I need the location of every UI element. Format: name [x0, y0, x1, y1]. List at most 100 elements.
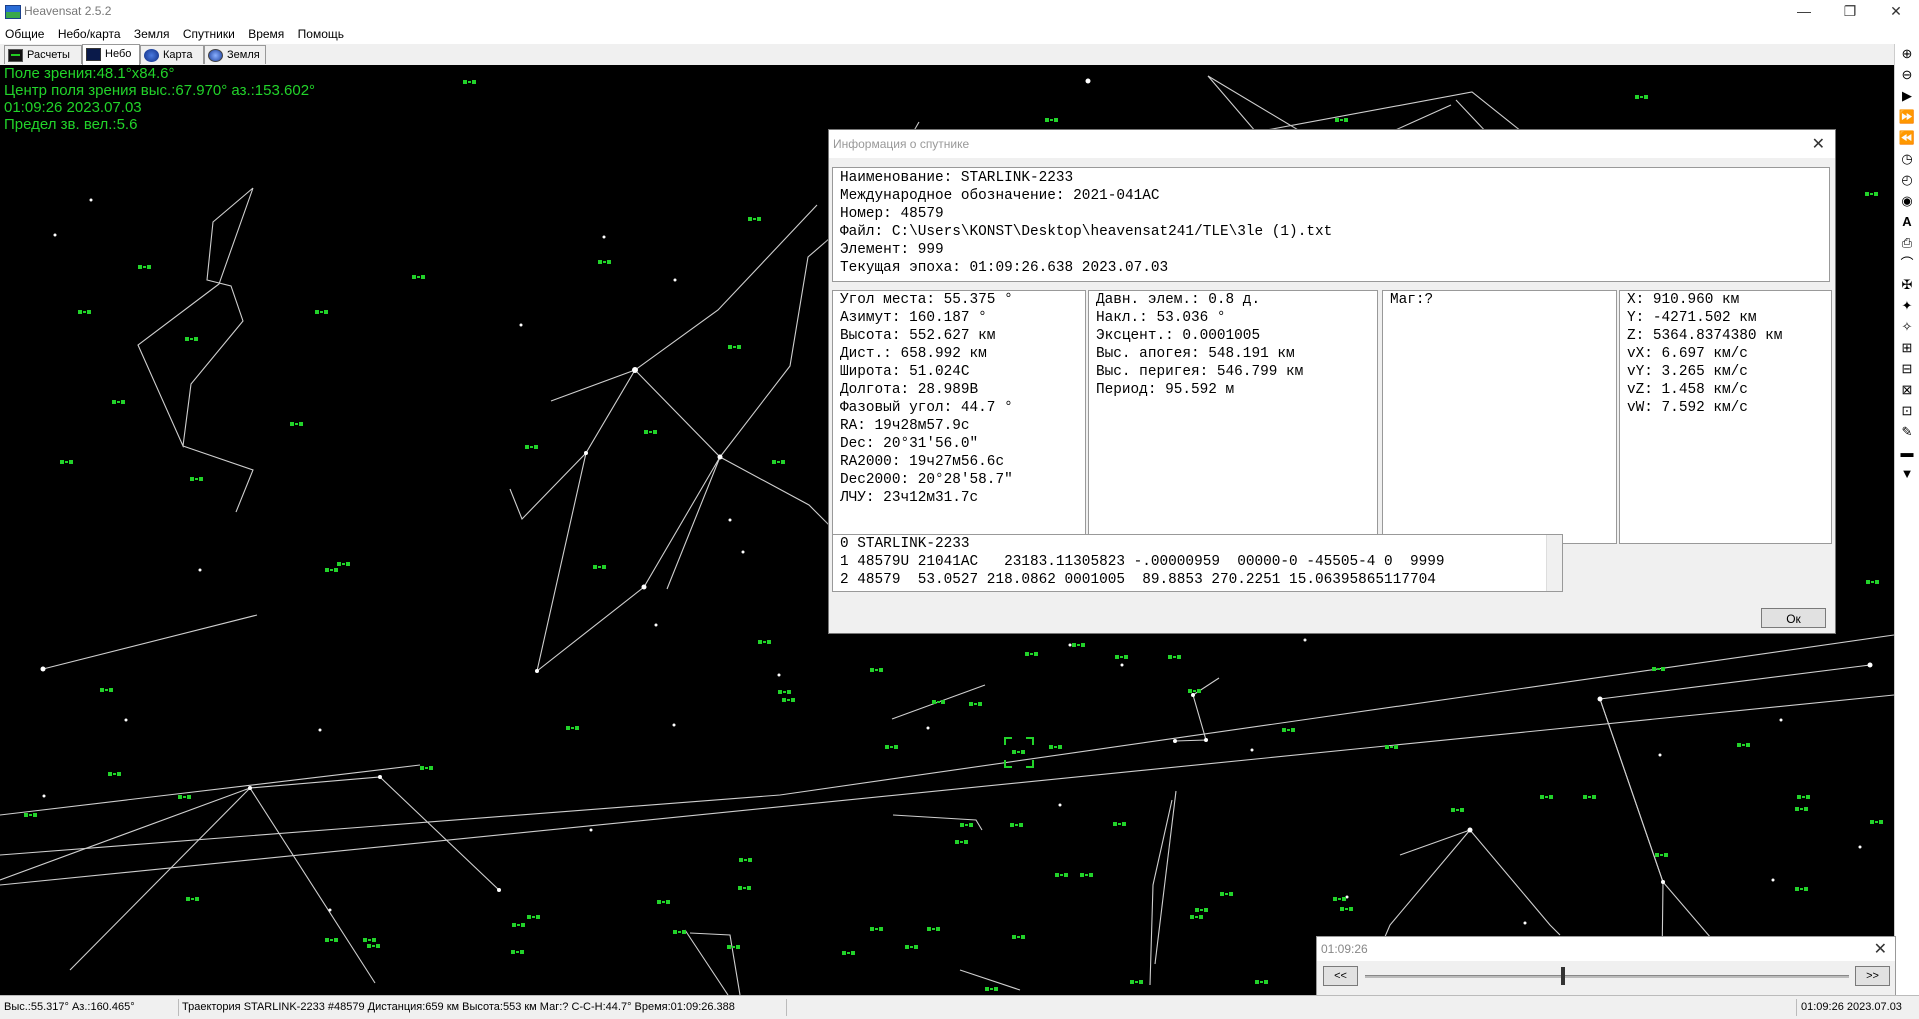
telescope-icon[interactable]: ▼ [1898, 465, 1916, 483]
satellite-info-dialog: Информация о спутнике ✕ Наименование: ST… [828, 129, 1836, 634]
tab-sky[interactable]: Небо [82, 44, 140, 65]
fast-forward-icon[interactable]: ⏩ [1898, 108, 1916, 126]
rewind-icon[interactable]: ⏪ [1898, 129, 1916, 147]
sky-icon [86, 48, 101, 61]
sat-number: Номер: 48579 [840, 206, 944, 222]
satellite-icon[interactable]: ✠ [1898, 276, 1916, 294]
time-slider-thumb[interactable] [1561, 967, 1566, 985]
time-back-button[interactable]: << [1323, 966, 1358, 986]
satellite2-icon[interactable]: ✦ [1898, 297, 1916, 315]
satellite3-icon[interactable]: ✧ [1898, 318, 1916, 336]
view-center-text: Центр поля зрения выс.:67.970° аз.:153.6… [4, 82, 316, 99]
vz-value: vZ: 1.458 км/с [1627, 382, 1748, 398]
restore-button[interactable]: ❐ [1827, 0, 1873, 24]
sat-name: Наименование: STARLINK-2233 [840, 170, 1074, 186]
tle-line-1: 1 48579U 21041AC 23183.11305823 -.000009… [840, 554, 1445, 570]
orbit-panel: Давн. элем.: 0.8 д. Накл.: 53.036 ° Эксц… [1088, 290, 1378, 544]
window-title: Heavensat 2.5.2 [24, 4, 112, 18]
menu-help[interactable]: Помощь [293, 24, 349, 44]
horizon-icon[interactable]: ⌒ [1898, 255, 1916, 273]
satellite4-icon[interactable]: ⊞ [1898, 339, 1916, 357]
status-trajectory: Траектория STARLINK-2233 #48579 Дистанци… [178, 999, 787, 1016]
right-toolbar: ⊕ ⊖ ▶ ⏩ ⏪ ◷ ◴ ◉ A ⎙ ⌒ ✠ ✦ ✧ ⊞ ⊟ ⊠ ⊡ ✎ ▬ … [1894, 44, 1919, 995]
element-age-value: Давн. элем.: 0.8 д. [1096, 292, 1261, 308]
apogee-value: Выс. апогея: 548.191 км [1096, 346, 1295, 362]
sky-info-overlay: Поле зрения:48.1°x84.6° Центр поля зрени… [4, 65, 315, 133]
print-icon[interactable]: ⎙ [1898, 234, 1916, 252]
dec-value: Dec: 20°31'56.0" [840, 436, 979, 452]
field-of-view-text: Поле зрения:48.1°x84.6° [4, 65, 175, 82]
satellite7-icon[interactable]: ⊡ [1898, 402, 1916, 420]
distance-value: Дист.: 658.992 км [840, 346, 987, 362]
sky-datetime-text: 01:09:26 2023.07.03 [4, 99, 142, 116]
sat-tle-file: Файл: C:\Users\KONST\Desktop\heavensat24… [840, 224, 1333, 240]
perigee-value: Выс. перигея: 546.799 км [1096, 364, 1304, 380]
state-vector-panel: X: 910.960 км Y: -4271.502 км Z: 5364.83… [1619, 290, 1832, 544]
ok-button[interactable]: Ок [1761, 608, 1826, 628]
menu-general[interactable]: Общие [0, 24, 49, 44]
tle-scrollbar[interactable] [1546, 535, 1562, 591]
magnitude-panel: Маг:? [1382, 290, 1617, 544]
time-control-dialog: 01:09:26 ✕ << >> [1316, 936, 1896, 1001]
zoom-out-icon[interactable]: ⊖ [1898, 66, 1916, 84]
altitude-value: Высота: 552.627 км [840, 328, 996, 344]
vx-value: vX: 6.697 км/с [1627, 346, 1748, 362]
y-value: Y: -4271.502 км [1627, 310, 1757, 326]
x-value: X: 910.960 км [1627, 292, 1740, 308]
satellite-header-panel: Наименование: STARLINK-2233 Международно… [832, 167, 1830, 282]
time-dialog-title: 01:09:26 [1321, 942, 1368, 956]
menu-satellites[interactable]: Спутники [178, 24, 240, 44]
app-icon [5, 5, 21, 19]
time-dialog-close-button[interactable]: ✕ [1874, 939, 1887, 959]
play-icon[interactable]: ▶ [1898, 87, 1916, 105]
dialog-close-button[interactable]: ✕ [1812, 134, 1825, 154]
menu-sky-map[interactable]: Небо/карта [53, 24, 126, 44]
clock-reset-icon[interactable]: ◴ [1898, 171, 1916, 189]
satellite6-icon[interactable]: ⊠ [1898, 381, 1916, 399]
close-button[interactable]: ✕ [1873, 0, 1919, 24]
tab-earth[interactable]: Земля [204, 45, 266, 64]
time-forward-button[interactable]: >> [1855, 966, 1890, 986]
sat-intl-designator: Международное обозначение: 2021-041AC [840, 188, 1160, 204]
elevation-value: Угол места: 55.375 ° [840, 292, 1013, 308]
dec2000-value: Dec2000: 20°28'58.7" [840, 472, 1013, 488]
azimuth-value: Азимут: 160.187 ° [840, 310, 987, 326]
tle-line-0: 0 STARLINK-2233 [840, 536, 970, 552]
minimize-button[interactable]: — [1781, 0, 1827, 24]
inclination-value: Накл.: 53.036 ° [1096, 310, 1226, 326]
magnitude-value: Маг:? [1390, 292, 1434, 308]
title-bar: Heavensat 2.5.2 — ❐ ✕ [0, 0, 1919, 24]
globe-map-icon [144, 49, 159, 62]
limit-magnitude-text: Предел зв. вел.:5.6 [4, 116, 138, 133]
position-panel: Угол места: 55.375 ° Азимут: 160.187 ° В… [832, 290, 1086, 544]
horizon2-icon[interactable]: ▬ [1898, 444, 1916, 462]
lst-value: ЛЧУ: 23ч12м31.7с [840, 490, 979, 506]
tle-line-2: 2 48579 53.0527 218.0862 0001005 89.8853… [840, 572, 1436, 588]
tab-map[interactable]: Карта [140, 45, 204, 64]
zoom-in-icon[interactable]: ⊕ [1898, 45, 1916, 63]
dialog-title: Информация о спутнике [833, 137, 970, 151]
font-icon[interactable]: A [1898, 213, 1916, 231]
vy-value: vY: 3.265 км/с [1627, 364, 1748, 380]
vw-value: vW: 7.592 км/с [1627, 400, 1748, 416]
dialog-titlebar: Информация о спутнике ✕ [829, 130, 1835, 158]
satellite5-icon[interactable]: ⊟ [1898, 360, 1916, 378]
sat-current-epoch: Текущая эпоха: 01:09:26.638 2023.07.03 [840, 260, 1169, 276]
view-tabs: Расчеты Небо Карта Земля [0, 44, 1919, 66]
ra-value: RA: 19ч28м57.9с [840, 418, 970, 434]
binoculars-icon[interactable]: ◉ [1898, 192, 1916, 210]
tle-textbox[interactable]: 0 STARLINK-2233 1 48579U 21041AC 23183.1… [832, 534, 1563, 592]
z-value: Z: 5364.8374380 км [1627, 328, 1783, 344]
pen-icon[interactable]: ✎ [1898, 423, 1916, 441]
longitude-value: Долгота: 28.989В [840, 382, 979, 398]
selected-satellite-reticle[interactable] [1004, 737, 1034, 768]
eccentricity-value: Эксцент.: 0.0001005 [1096, 328, 1261, 344]
time-slider-track[interactable] [1365, 975, 1849, 978]
menu-time[interactable]: Время [243, 24, 289, 44]
ra2000-value: RA2000: 19ч27м56.6с [840, 454, 1005, 470]
sat-element: Элемент: 999 [840, 242, 944, 258]
clock-icon[interactable]: ◷ [1898, 150, 1916, 168]
latitude-value: Широта: 51.024С [840, 364, 970, 380]
menu-earth[interactable]: Земля [129, 24, 175, 44]
tab-calculations[interactable]: Расчеты [4, 45, 82, 64]
